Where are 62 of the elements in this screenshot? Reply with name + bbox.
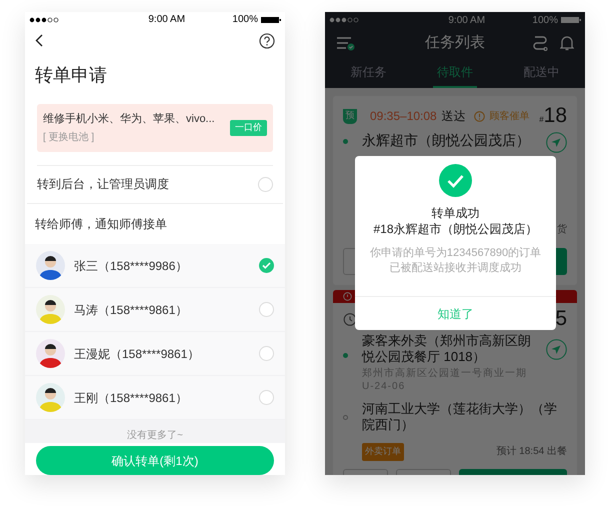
radio-button[interactable]: [259, 302, 274, 318]
radio-button[interactable]: [259, 390, 274, 406]
order-name: 维修手机小米、华为、苹果、vivo...: [43, 112, 215, 128]
worker-name: 王漫妮（158****9861）: [74, 346, 200, 363]
worker-name: 马涛（158****9861）: [74, 302, 188, 319]
signal-icon: [329, 16, 361, 24]
signal-icon: [29, 16, 61, 24]
battery-icon: [261, 16, 281, 24]
alert-icon: [343, 292, 352, 301]
worker-name: 张三（158****9986）: [74, 258, 188, 275]
avatar: [36, 251, 65, 280]
worker-name: 王刚（158****9861）: [74, 390, 188, 407]
worker-row[interactable]: 张三（158****9986）: [25, 244, 285, 288]
destination-name: 河南工业大学（莲花街大学）（学院西门）: [362, 401, 558, 433]
page-title: 任务列表: [425, 32, 485, 53]
order-note: 货: [557, 223, 567, 237]
battery-level: 100%: [532, 14, 558, 28]
service-label: [ 更换电池 ]: [43, 130, 96, 145]
page-title: 转单申请: [34, 64, 108, 88]
status-time: 9:00 AM: [148, 13, 186, 28]
help-icon[interactable]: [259, 32, 275, 49]
delivery-label: 送达: [442, 108, 466, 125]
order-number: 5: [555, 308, 567, 330]
worker-row[interactable]: 王漫妮（158****9861）: [25, 332, 285, 376]
preorder-badge: 预: [343, 108, 357, 124]
order-tag: 外卖订单: [362, 443, 404, 460]
worker-row[interactable]: 马涛（158****9861）: [25, 288, 285, 332]
bell-icon[interactable]: [560, 35, 574, 51]
dialog-title: 转单成功: [432, 205, 480, 221]
radio-button[interactable]: [259, 346, 274, 362]
radio-button[interactable]: [258, 176, 273, 192]
navigation-icon[interactable]: [546, 132, 567, 153]
delivery-time: 09:35–10:08: [370, 108, 437, 125]
battery-icon: [561, 16, 581, 24]
clock-icon: [343, 312, 357, 326]
avatar: [36, 339, 65, 368]
store-name: 永辉超市（朗悦公园茂店）: [362, 131, 531, 149]
alert-label: 顾客催单: [490, 110, 530, 124]
pickup-estimate: 预计 18:54 出餐: [496, 444, 567, 460]
route-icon[interactable]: [532, 35, 548, 51]
success-icon: [439, 164, 472, 197]
back-icon[interactable]: [35, 34, 43, 48]
store-name: 豪客来外卖（郑州市高新区朗悦公园茂餐厅 1018）: [362, 333, 532, 365]
list-end-note: 没有更多了~: [127, 429, 183, 443]
order-number-prefix: #: [539, 114, 544, 126]
section-heading: 转给师傅，通知师傅接单: [34, 216, 168, 234]
navigation-icon[interactable]: [546, 339, 567, 360]
price-tag: 一口价: [230, 120, 267, 136]
dialog-subtitle: #18永辉超市（朗悦公园茂店）: [373, 221, 538, 237]
alert-icon: [474, 110, 485, 122]
status-time: 9:00 AM: [448, 14, 486, 28]
order-number: 18: [544, 105, 567, 127]
avatar: [36, 383, 65, 412]
radio-button[interactable]: [259, 258, 274, 274]
dialog-message-line: 你申请的单号为1234567890的订单: [370, 246, 542, 261]
option-label: 转到后台，让管理员调度: [37, 176, 169, 194]
dialog-message-line: 已被配送站接收并调度成功: [390, 261, 522, 276]
menu-icon[interactable]: [336, 35, 356, 51]
battery-level: 100%: [232, 13, 258, 28]
check-icon: [262, 262, 271, 270]
avatar: [36, 295, 65, 324]
dispatch-option[interactable]: 转到后台，让管理员调度: [27, 166, 283, 204]
